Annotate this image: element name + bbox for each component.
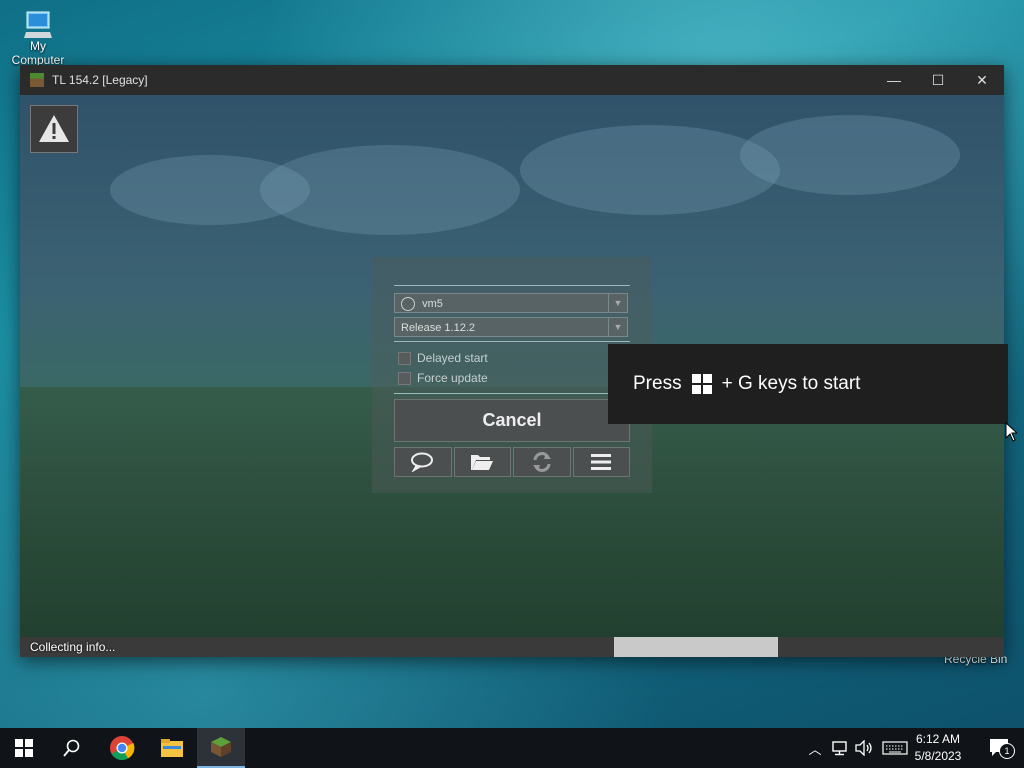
- cloud: [260, 145, 520, 235]
- windows-logo-icon: [15, 739, 33, 757]
- checkbox-label: Delayed start: [417, 351, 488, 365]
- search-icon: [63, 739, 80, 757]
- progress-bar: [614, 637, 778, 657]
- status-text: Collecting info...: [30, 640, 116, 654]
- version-select[interactable]: Release 1.12.2 ▼: [394, 317, 628, 337]
- cloud: [740, 115, 960, 195]
- maximize-button[interactable]: ☐: [916, 65, 960, 95]
- version-label: Release 1.12.2: [401, 322, 475, 334]
- menu-icon: [591, 454, 612, 470]
- chevron-down-icon: ▼: [608, 318, 627, 336]
- mouse-cursor-icon: [1005, 422, 1017, 442]
- user-icon: [401, 297, 415, 312]
- folder-icon: [471, 455, 494, 470]
- menu-button[interactable]: [572, 447, 630, 477]
- warning-button[interactable]: [30, 105, 78, 153]
- clock-time: 6:12 AM: [915, 732, 961, 746]
- system-clock[interactable]: 6:12 AM 5/8/2023: [904, 731, 972, 765]
- chevron-up-icon[interactable]: ︿: [806, 739, 824, 758]
- minecraft-block-icon: [211, 737, 231, 757]
- taskbar-file-explorer[interactable]: [148, 728, 196, 768]
- toast-press-text: Press: [633, 373, 682, 394]
- checkbox-label: Force update: [417, 371, 488, 385]
- game-bar-toast: Press + G keys to start: [608, 344, 1008, 424]
- taskbar: ︿ 6:12 AM 5/8/2023 1: [0, 728, 1024, 768]
- search-button[interactable]: [48, 728, 96, 768]
- chat-button[interactable]: [394, 447, 452, 477]
- tool-buttons: [394, 447, 630, 477]
- chat-icon: [410, 452, 433, 472]
- status-bar: Collecting info...: [20, 637, 1004, 657]
- warning-icon: [39, 115, 69, 142]
- toast-keys-text: + G keys to start: [721, 373, 861, 394]
- close-button[interactable]: ✕: [960, 65, 1004, 95]
- taskbar-chrome[interactable]: [98, 728, 146, 768]
- delayed-start-checkbox[interactable]: Delayed start: [398, 351, 488, 365]
- notification-count: 1: [999, 743, 1015, 759]
- desktop-icon-my-computer[interactable]: My Computer: [8, 8, 68, 67]
- divider: [394, 341, 630, 342]
- divider: [394, 285, 630, 286]
- folder-icon: [161, 739, 183, 757]
- folder-button[interactable]: [453, 447, 511, 477]
- refresh-button[interactable]: [513, 447, 571, 477]
- volume-icon[interactable]: [854, 740, 874, 756]
- divider: [394, 393, 630, 394]
- chrome-icon: [110, 736, 135, 761]
- refresh-icon: [532, 452, 551, 472]
- checkbox-box[interactable]: [398, 351, 411, 365]
- system-tray: ︿: [806, 728, 908, 768]
- chevron-down-icon: ▼: [608, 294, 627, 312]
- clock-date: 5/8/2023: [914, 749, 962, 763]
- cloud: [520, 125, 780, 215]
- start-button[interactable]: [0, 728, 48, 768]
- minimize-button[interactable]: —: [872, 65, 916, 95]
- account-name: vm5: [422, 298, 443, 310]
- force-update-checkbox[interactable]: Force update: [398, 371, 488, 385]
- taskbar-tlauncher[interactable]: [197, 728, 245, 768]
- account-select[interactable]: vm5 ▼: [394, 293, 628, 313]
- network-icon[interactable]: [830, 740, 850, 756]
- checkbox-box[interactable]: [398, 371, 411, 385]
- app-icon: [30, 73, 44, 87]
- desktop-icon-label: My Computer: [11, 39, 65, 67]
- action-center-button[interactable]: 1: [976, 728, 1024, 768]
- windows-key-icon: [691, 374, 712, 394]
- window-title: TL 154.2 [Legacy]: [52, 73, 148, 87]
- cancel-button[interactable]: Cancel: [394, 399, 630, 442]
- title-bar[interactable]: TL 154.2 [Legacy] — ☐ ✕: [20, 65, 1004, 95]
- computer-icon: [24, 11, 52, 38]
